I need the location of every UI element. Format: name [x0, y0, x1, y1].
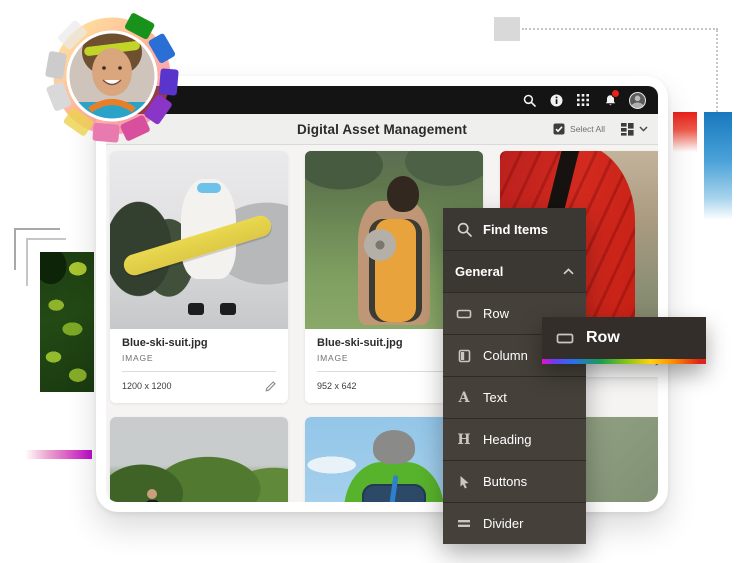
- menu-item-label: Row: [483, 306, 509, 321]
- page-title: Digital Asset Management: [297, 122, 467, 137]
- menu-item-label: Text: [483, 390, 507, 405]
- decor-gray-square: [494, 17, 520, 41]
- rainbow-underline: [542, 359, 706, 364]
- components-menu: Find Items General Row Column A Text H H…: [443, 208, 586, 544]
- notification-badge: [611, 89, 620, 98]
- row-icon: [556, 332, 574, 345]
- menu-section-label: General: [455, 264, 503, 279]
- help-icon[interactable]: [548, 92, 564, 108]
- asset-dimensions: 952 x 642: [317, 381, 357, 391]
- menu-item-label: Heading: [483, 432, 531, 447]
- heading-icon: H: [455, 432, 473, 448]
- search-icon: [455, 222, 473, 237]
- chevron-up-icon: [563, 268, 574, 275]
- decor-dotted-line-vertical: [716, 30, 718, 112]
- avatar-color-wheel-photo: [42, 6, 182, 146]
- menu-item-heading[interactable]: H Heading: [443, 418, 586, 460]
- decor-pink-gradient-bar: [25, 450, 92, 459]
- checkbox-icon: [553, 123, 565, 135]
- view-toggle-button[interactable]: [621, 123, 648, 136]
- menu-item-buttons[interactable]: Buttons: [443, 460, 586, 502]
- grid-view-icon: [621, 123, 634, 136]
- menu-find-items[interactable]: Find Items: [443, 208, 586, 250]
- decor-blue-gradient-bar: [704, 112, 732, 220]
- asset-thumbnail-snowboarder: [110, 151, 288, 329]
- asset-card[interactable]: Blue-ski-suit.jpg IMAGE 1200 x 1200: [110, 151, 288, 403]
- menu-item-label: Buttons: [483, 474, 527, 489]
- decor-forest-photo: [40, 252, 94, 392]
- row-flyout[interactable]: Row: [542, 317, 706, 364]
- menu-item-divider[interactable]: Divider: [443, 502, 586, 544]
- divider-icon: [455, 519, 473, 528]
- user-avatar[interactable]: [629, 92, 646, 109]
- asset-dimensions: 1200 x 1200: [122, 381, 172, 391]
- cursor-icon: [455, 475, 473, 489]
- select-all-label: Select All: [570, 124, 605, 134]
- flyout-label: Row: [586, 329, 620, 347]
- menu-item-label: Find Items: [483, 222, 548, 237]
- menu-section-general[interactable]: General: [443, 250, 586, 292]
- menu-item-text[interactable]: A Text: [443, 376, 586, 418]
- asset-filename: Blue-ski-suit.jpg: [122, 337, 276, 349]
- chevron-down-icon: [639, 126, 648, 132]
- decor-red-gradient-bar: [673, 112, 697, 152]
- search-icon[interactable]: [521, 92, 537, 108]
- apps-grid-icon[interactable]: [575, 92, 591, 108]
- select-all-button[interactable]: Select All: [553, 123, 605, 135]
- asset-type-label: IMAGE: [122, 353, 276, 363]
- notifications-bell-icon[interactable]: [602, 92, 618, 108]
- edit-pencil-icon[interactable]: [265, 381, 276, 392]
- asset-thumbnail-park: [110, 417, 288, 502]
- asset-card[interactable]: [110, 417, 288, 502]
- app-topbar: [106, 86, 658, 114]
- text-icon: A: [455, 390, 473, 406]
- menu-item-label: Divider: [483, 516, 523, 531]
- app-toolbar: Digital Asset Management Select All: [106, 114, 658, 145]
- decor-dotted-line-horizontal: [522, 28, 718, 30]
- menu-item-label: Column: [483, 348, 528, 363]
- column-icon: [455, 349, 473, 363]
- row-icon: [455, 308, 473, 320]
